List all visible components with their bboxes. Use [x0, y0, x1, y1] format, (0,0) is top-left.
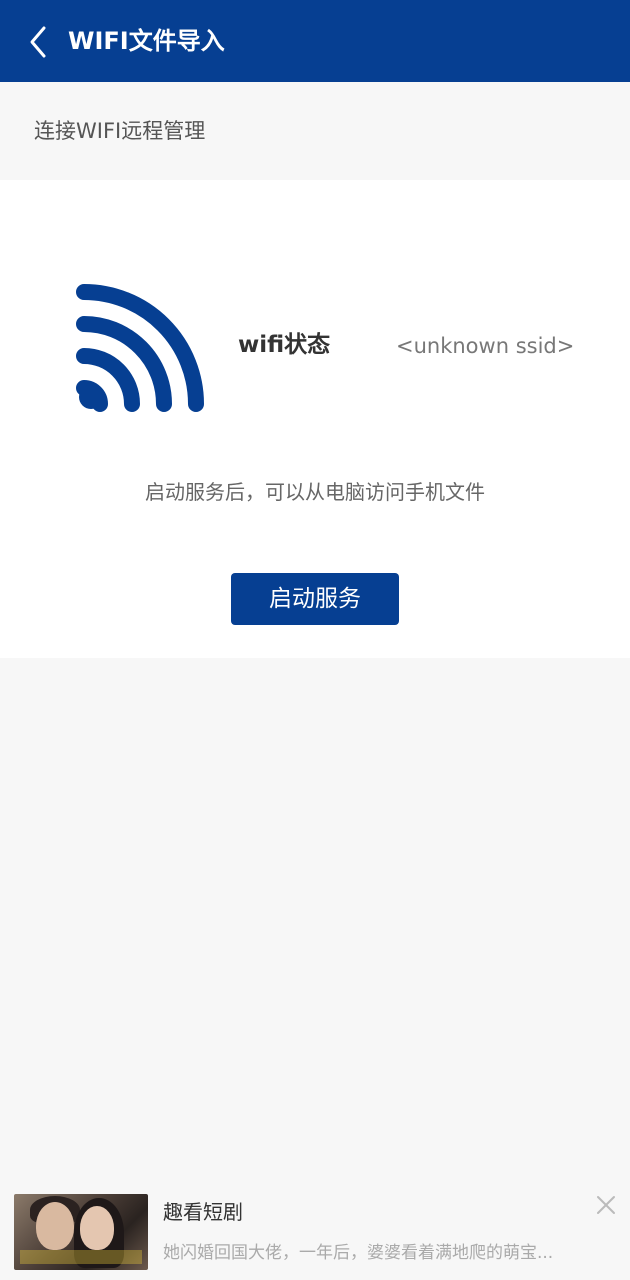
thumb-face-left — [36, 1202, 74, 1250]
thumb-face-right — [80, 1206, 114, 1250]
ad-title[interactable]: 趣看短剧 — [163, 1197, 243, 1227]
service-hint: 启动服务后，可以从电脑访问手机文件 — [145, 480, 485, 504]
thumb-caption — [20, 1250, 142, 1264]
ad-thumbnail[interactable] — [14, 1194, 148, 1270]
close-icon — [597, 1196, 615, 1214]
wifi-status-card: wifi状态 <unknown ssid> 启动服务后，可以从电脑访问手机文件 … — [0, 180, 630, 658]
section-header: 连接WIFI远程管理 — [0, 82, 630, 180]
section-header-text: 连接WIFI远程管理 — [34, 119, 206, 143]
ad-description[interactable]: 她闪婚回国大佬，一年后，婆婆看着满地爬的萌宝... — [163, 1240, 588, 1266]
ad-banner[interactable]: 趣看短剧 她闪婚回国大佬，一年后，婆婆看着满地爬的萌宝... — [0, 1180, 630, 1280]
chevron-left-icon — [30, 26, 46, 58]
page-title: WIFI文件导入 — [68, 27, 225, 55]
ad-close-button[interactable] — [594, 1193, 618, 1217]
start-service-button[interactable]: 启动服务 — [231, 573, 399, 625]
back-button[interactable] — [22, 22, 58, 62]
wifi-icon — [70, 276, 208, 414]
ssid-value: <unknown ssid> — [396, 334, 575, 358]
app-header: WIFI文件导入 — [0, 0, 630, 82]
wifi-status-label: wifi状态 — [238, 332, 331, 358]
